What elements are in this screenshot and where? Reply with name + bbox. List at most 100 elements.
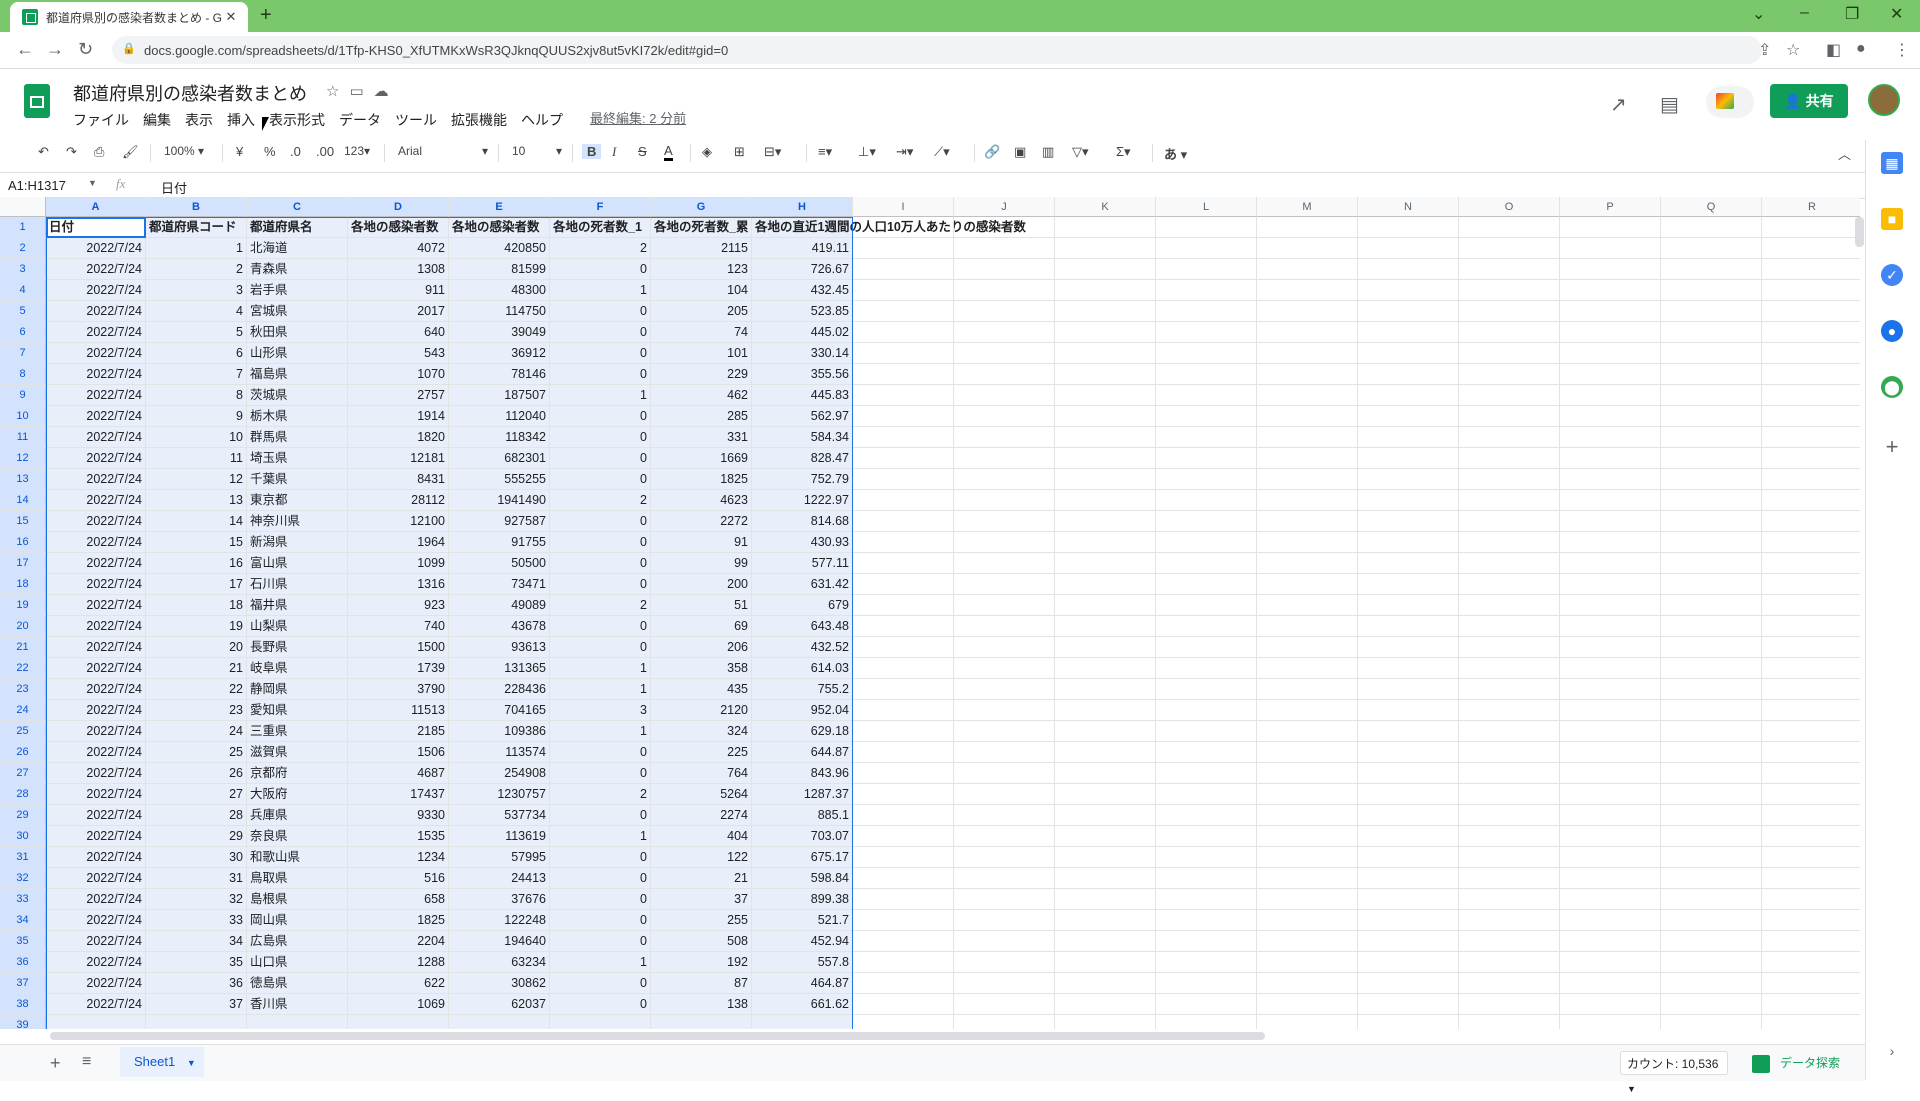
table-cell[interactable]: 福井県	[247, 595, 348, 616]
table-cell[interactable]: 2022/7/24	[46, 784, 146, 805]
table-cell[interactable]: 254908	[449, 763, 550, 784]
table-cell[interactable]	[853, 574, 954, 595]
table-cell[interactable]: 岐阜県	[247, 658, 348, 679]
table-cell[interactable]	[1257, 385, 1358, 406]
table-cell[interactable]	[1156, 742, 1257, 763]
table-cell[interactable]: 0	[550, 994, 651, 1015]
table-cell[interactable]	[1358, 784, 1459, 805]
header-cell[interactable]: 各地の直近1週間の人口10万人あたりの感染者数	[752, 217, 1026, 238]
table-cell[interactable]: 445.02	[752, 322, 853, 343]
table-cell[interactable]	[853, 637, 954, 658]
table-cell[interactable]: 81599	[449, 259, 550, 280]
row-header[interactable]: 34	[0, 910, 46, 931]
table-cell[interactable]: 73471	[449, 574, 550, 595]
table-cell[interactable]: 358	[651, 658, 752, 679]
table-cell[interactable]	[853, 805, 954, 826]
table-cell[interactable]	[1257, 1015, 1358, 1029]
bold-button[interactable]: B	[582, 144, 602, 159]
table-cell[interactable]	[1762, 406, 1860, 427]
table-cell[interactable]: 113574	[449, 742, 550, 763]
table-cell[interactable]	[954, 553, 1055, 574]
table-cell[interactable]	[954, 637, 1055, 658]
menu-format[interactable]: 表示形式	[269, 110, 325, 130]
table-cell[interactable]: 2022/7/24	[46, 910, 146, 931]
table-cell[interactable]	[1762, 616, 1860, 637]
column-header-f[interactable]: F	[550, 197, 651, 217]
table-cell[interactable]	[954, 532, 1055, 553]
table-cell[interactable]: 23	[146, 700, 247, 721]
table-cell[interactable]	[1257, 469, 1358, 490]
row-header[interactable]: 23	[0, 679, 46, 700]
table-cell[interactable]: 0	[550, 448, 651, 469]
table-cell[interactable]	[1459, 784, 1560, 805]
table-cell[interactable]: 69	[651, 616, 752, 637]
table-cell[interactable]: 131365	[449, 658, 550, 679]
table-cell[interactable]: 118342	[449, 427, 550, 448]
table-cell[interactable]: 1222.97	[752, 490, 853, 511]
table-cell[interactable]: 577.11	[752, 553, 853, 574]
table-cell[interactable]: 91755	[449, 532, 550, 553]
table-cell[interactable]	[1762, 280, 1860, 301]
table-cell[interactable]	[1257, 574, 1358, 595]
increase-decimal-button[interactable]: .00	[316, 144, 334, 159]
table-cell[interactable]: 814.68	[752, 511, 853, 532]
table-cell[interactable]: 2022/7/24	[46, 679, 146, 700]
table-cell[interactable]	[853, 847, 954, 868]
tab-close-icon[interactable]: ✕	[222, 9, 240, 25]
table-cell[interactable]: 631.42	[752, 574, 853, 595]
table-cell[interactable]: 2272	[651, 511, 752, 532]
table-cell[interactable]: 562.97	[752, 406, 853, 427]
row-header[interactable]: 13	[0, 469, 46, 490]
table-cell[interactable]	[954, 700, 1055, 721]
meet-button[interactable]	[1706, 86, 1754, 118]
decrease-decimal-button[interactable]: .0	[290, 144, 301, 159]
table-cell[interactable]	[1560, 385, 1661, 406]
contacts-icon[interactable]: ●	[1881, 320, 1903, 342]
wrap-icon[interactable]: ⇥▾	[896, 144, 913, 160]
table-cell[interactable]: 2115	[651, 238, 752, 259]
table-cell[interactable]	[954, 322, 1055, 343]
table-cell[interactable]: 112040	[449, 406, 550, 427]
table-cell[interactable]: 1506	[348, 742, 449, 763]
table-cell[interactable]: 661.62	[752, 994, 853, 1015]
name-box-dropdown-icon[interactable]: ▼	[88, 178, 97, 188]
table-cell[interactable]: 516	[348, 868, 449, 889]
header-cell[interactable]	[954, 217, 1055, 238]
table-cell[interactable]: 430.93	[752, 532, 853, 553]
table-cell[interactable]	[1560, 952, 1661, 973]
share-page-icon[interactable]: ⇪	[1758, 40, 1771, 60]
table-cell[interactable]: 2022/7/24	[46, 238, 146, 259]
table-cell[interactable]: 三重県	[247, 721, 348, 742]
minimize-icon[interactable]: –	[1800, 4, 1809, 22]
table-cell[interactable]	[1762, 448, 1860, 469]
table-cell[interactable]: 537734	[449, 805, 550, 826]
table-cell[interactable]: 神奈川県	[247, 511, 348, 532]
table-cell[interactable]: 48300	[449, 280, 550, 301]
table-cell[interactable]: 34	[146, 931, 247, 952]
table-cell[interactable]	[1358, 616, 1459, 637]
table-cell[interactable]	[1055, 301, 1156, 322]
row-header[interactable]: 2	[0, 238, 46, 259]
table-cell[interactable]: 2022/7/24	[46, 427, 146, 448]
table-cell[interactable]	[1762, 952, 1860, 973]
table-cell[interactable]: 37676	[449, 889, 550, 910]
table-cell[interactable]	[853, 280, 954, 301]
table-cell[interactable]	[1257, 406, 1358, 427]
table-cell[interactable]	[1560, 511, 1661, 532]
table-cell[interactable]	[1358, 700, 1459, 721]
table-cell[interactable]	[1358, 868, 1459, 889]
table-cell[interactable]	[1257, 301, 1358, 322]
table-cell[interactable]	[1762, 595, 1860, 616]
table-cell[interactable]: 5	[146, 322, 247, 343]
table-cell[interactable]	[1560, 784, 1661, 805]
table-cell[interactable]	[1560, 322, 1661, 343]
table-cell[interactable]	[1257, 553, 1358, 574]
table-cell[interactable]	[954, 826, 1055, 847]
table-cell[interactable]	[1055, 364, 1156, 385]
table-cell[interactable]	[853, 910, 954, 931]
table-cell[interactable]: 63234	[449, 952, 550, 973]
table-cell[interactable]	[1358, 994, 1459, 1015]
table-cell[interactable]	[1560, 427, 1661, 448]
table-cell[interactable]: 7	[146, 364, 247, 385]
table-cell[interactable]	[1156, 532, 1257, 553]
